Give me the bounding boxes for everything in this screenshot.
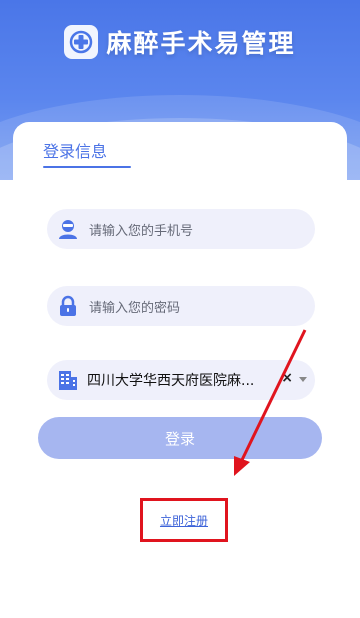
user-avatar-icon	[57, 218, 79, 240]
phone-field[interactable]: 请输入您的手机号	[47, 209, 315, 249]
login-button[interactable]: 登录	[38, 417, 322, 459]
hospital-value: 四川大学华西天府医院麻...	[87, 373, 255, 389]
lock-icon	[57, 295, 79, 317]
phone-placeholder: 请输入您的手机号	[89, 223, 194, 239]
brand: 麻醉手术易管理	[0, 22, 360, 62]
building-icon	[57, 369, 79, 391]
close-icon[interactable]: ×	[281, 370, 293, 386]
caret-down-icon[interactable]	[299, 377, 307, 382]
medical-cross-logo-icon	[64, 25, 99, 59]
hospital-select[interactable]: 四川大学华西天府医院麻... ×	[47, 360, 315, 400]
register-highlight-box: 立即注册	[140, 498, 228, 542]
app-title: 麻醉手术易管理	[106, 29, 296, 58]
password-field[interactable]: 请输入您的密码	[47, 286, 315, 326]
password-placeholder: 请输入您的密码	[89, 300, 181, 316]
login-card: 登录信息 请输入您的手机号 请输入您的密码 四川大学华西天府医院麻... × 登…	[13, 122, 347, 618]
register-link[interactable]: 立即注册	[160, 512, 208, 529]
tab-underline	[43, 166, 131, 168]
